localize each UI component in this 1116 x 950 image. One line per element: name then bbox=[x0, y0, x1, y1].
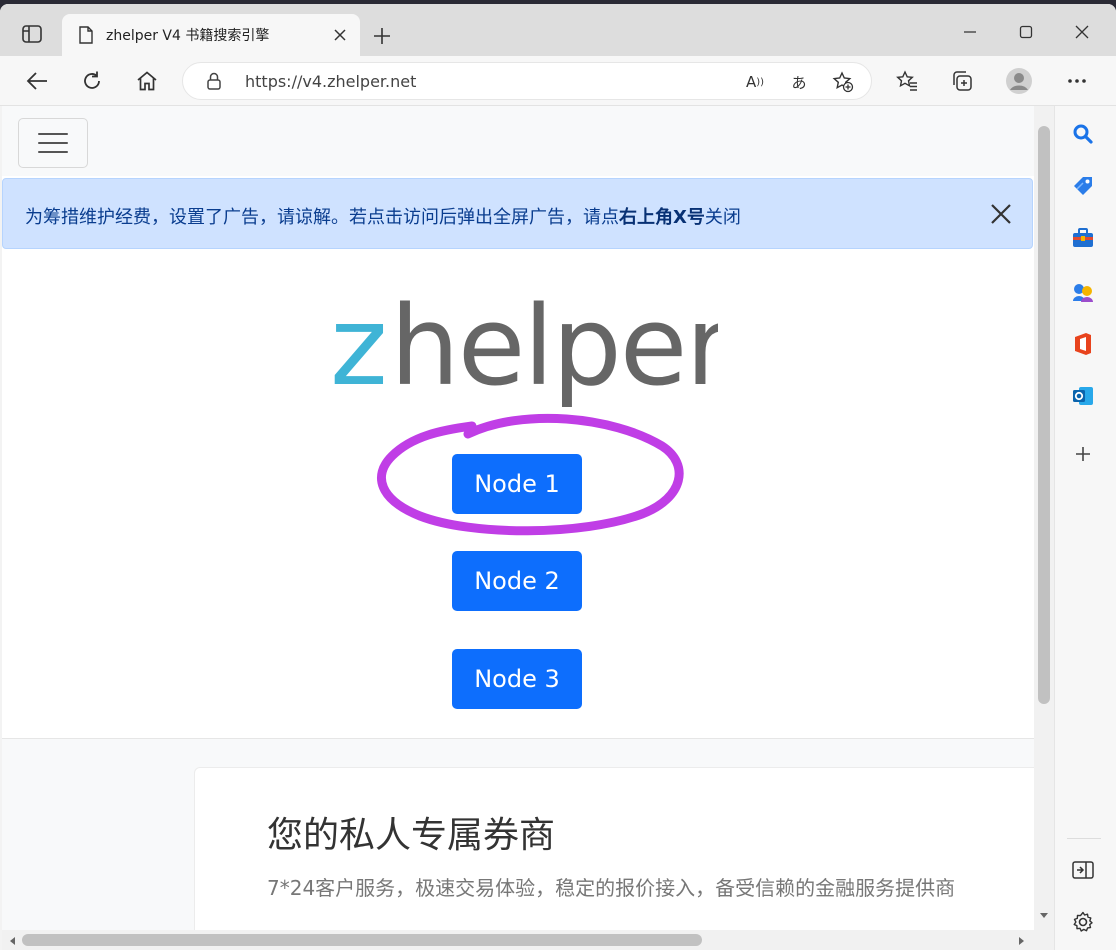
node-1-button[interactable]: Node 1 bbox=[452, 454, 582, 514]
logo-letters-rest: helper bbox=[390, 294, 718, 410]
node-2-button[interactable]: Node 2 bbox=[452, 551, 582, 611]
tab-title: zhelper V4 书籍搜索引擎 bbox=[106, 28, 270, 44]
scroll-right-arrow-icon[interactable] bbox=[1018, 936, 1026, 946]
translate-icon[interactable]: あ bbox=[785, 68, 813, 96]
refresh-icon[interactable] bbox=[75, 64, 109, 98]
edge-sidebar bbox=[1054, 106, 1116, 950]
settings-icon[interactable] bbox=[1069, 908, 1097, 936]
menu-toggle-button[interactable] bbox=[18, 118, 88, 168]
lock-icon[interactable] bbox=[205, 72, 223, 90]
horizontal-scroll-thumb[interactable] bbox=[22, 934, 702, 946]
zhelper-logo: z helper bbox=[330, 294, 718, 410]
notice-text: 为筹措维护经费，设置了广告，请谅解。若点击访问后弹出全屏广告，请点右上角X号关闭 bbox=[25, 203, 741, 229]
outlook-icon[interactable] bbox=[1069, 382, 1097, 410]
scroll-left-arrow-icon[interactable] bbox=[8, 936, 16, 946]
close-window-icon[interactable] bbox=[1062, 18, 1102, 46]
exit-sidebar-icon[interactable] bbox=[1069, 856, 1097, 884]
notice-text-bold: 右上角X号 bbox=[619, 207, 705, 228]
ad-section: 您的私人专属券商 7*24客户服务，极速交易体验，稳定的报价接入，备受信赖的金融… bbox=[2, 738, 1034, 930]
browser-window: zhelper V4 书籍搜索引擎 https://v4.zhelper.net… bbox=[0, 4, 1116, 950]
games-icon[interactable] bbox=[1069, 278, 1097, 306]
briefcase-icon[interactable] bbox=[1069, 224, 1097, 252]
page-viewport: 为筹措维护经费，设置了广告，请谅解。若点击访问后弹出全屏广告，请点右上角X号关闭… bbox=[2, 106, 1034, 930]
new-tab-icon[interactable] bbox=[368, 22, 396, 50]
tab-close-icon[interactable] bbox=[330, 25, 350, 45]
ad-card[interactable]: 您的私人专属券商 7*24客户服务，极速交易体验，稳定的报价接入，备受信赖的金融… bbox=[194, 767, 1034, 930]
scroll-down-arrow-icon[interactable] bbox=[1039, 912, 1049, 920]
add-favorite-icon[interactable] bbox=[829, 68, 857, 96]
tab-active[interactable]: zhelper V4 书籍搜索引擎 bbox=[62, 14, 360, 56]
tab-strip: zhelper V4 书籍搜索引擎 bbox=[0, 4, 1116, 56]
tag-icon[interactable] bbox=[1069, 172, 1097, 200]
address-bar[interactable]: https://v4.zhelper.net A)) あ bbox=[182, 62, 872, 100]
notice-text-part: 为筹措维护经费，设置了广告，请谅解。若点击访问后弹出全屏广告，请点 bbox=[25, 207, 619, 228]
horizontal-scrollbar[interactable] bbox=[2, 930, 1034, 950]
logo-letter-z: z bbox=[330, 294, 386, 410]
site-navbar bbox=[2, 106, 1034, 176]
hamburger-line bbox=[38, 142, 68, 144]
vertical-scrollbar[interactable] bbox=[1034, 106, 1054, 930]
favorites-icon[interactable] bbox=[890, 64, 924, 98]
more-menu-icon[interactable] bbox=[1060, 64, 1094, 98]
url-text[interactable]: https://v4.zhelper.net bbox=[245, 72, 416, 91]
ad-notice-alert: 为筹措维护经费，设置了广告，请谅解。若点击访问后弹出全屏广告，请点右上角X号关闭 bbox=[2, 178, 1033, 249]
ad-subtitle: 7*24客户服务，极速交易体验，稳定的报价接入，备受信赖的金融服务提供商 bbox=[267, 876, 956, 900]
scrollbar-corner bbox=[1034, 930, 1054, 950]
browser-toolbar: https://v4.zhelper.net A)) あ bbox=[0, 56, 1116, 106]
notice-text-end: 关闭 bbox=[704, 207, 741, 228]
profile-avatar-icon[interactable] bbox=[1002, 64, 1036, 98]
vertical-scroll-thumb[interactable] bbox=[1038, 126, 1050, 704]
tab-actions-icon[interactable] bbox=[14, 20, 50, 48]
hamburger-line bbox=[38, 151, 68, 153]
office-icon[interactable] bbox=[1069, 330, 1097, 358]
maximize-icon[interactable] bbox=[1006, 18, 1046, 46]
read-aloud-icon[interactable]: A)) bbox=[741, 68, 769, 96]
node-3-button[interactable]: Node 3 bbox=[452, 649, 582, 709]
sidebar-divider bbox=[1067, 838, 1101, 839]
hamburger-line bbox=[38, 133, 68, 135]
search-icon[interactable] bbox=[1069, 120, 1097, 148]
ad-title: 您的私人专属券商 bbox=[267, 815, 556, 856]
add-icon[interactable] bbox=[1069, 440, 1097, 468]
close-alert-icon[interactable] bbox=[988, 201, 1014, 227]
back-icon[interactable] bbox=[20, 64, 54, 98]
minimize-icon[interactable] bbox=[950, 18, 990, 46]
home-icon[interactable] bbox=[130, 64, 164, 98]
collections-icon[interactable] bbox=[945, 64, 979, 98]
page-icon bbox=[76, 25, 96, 45]
